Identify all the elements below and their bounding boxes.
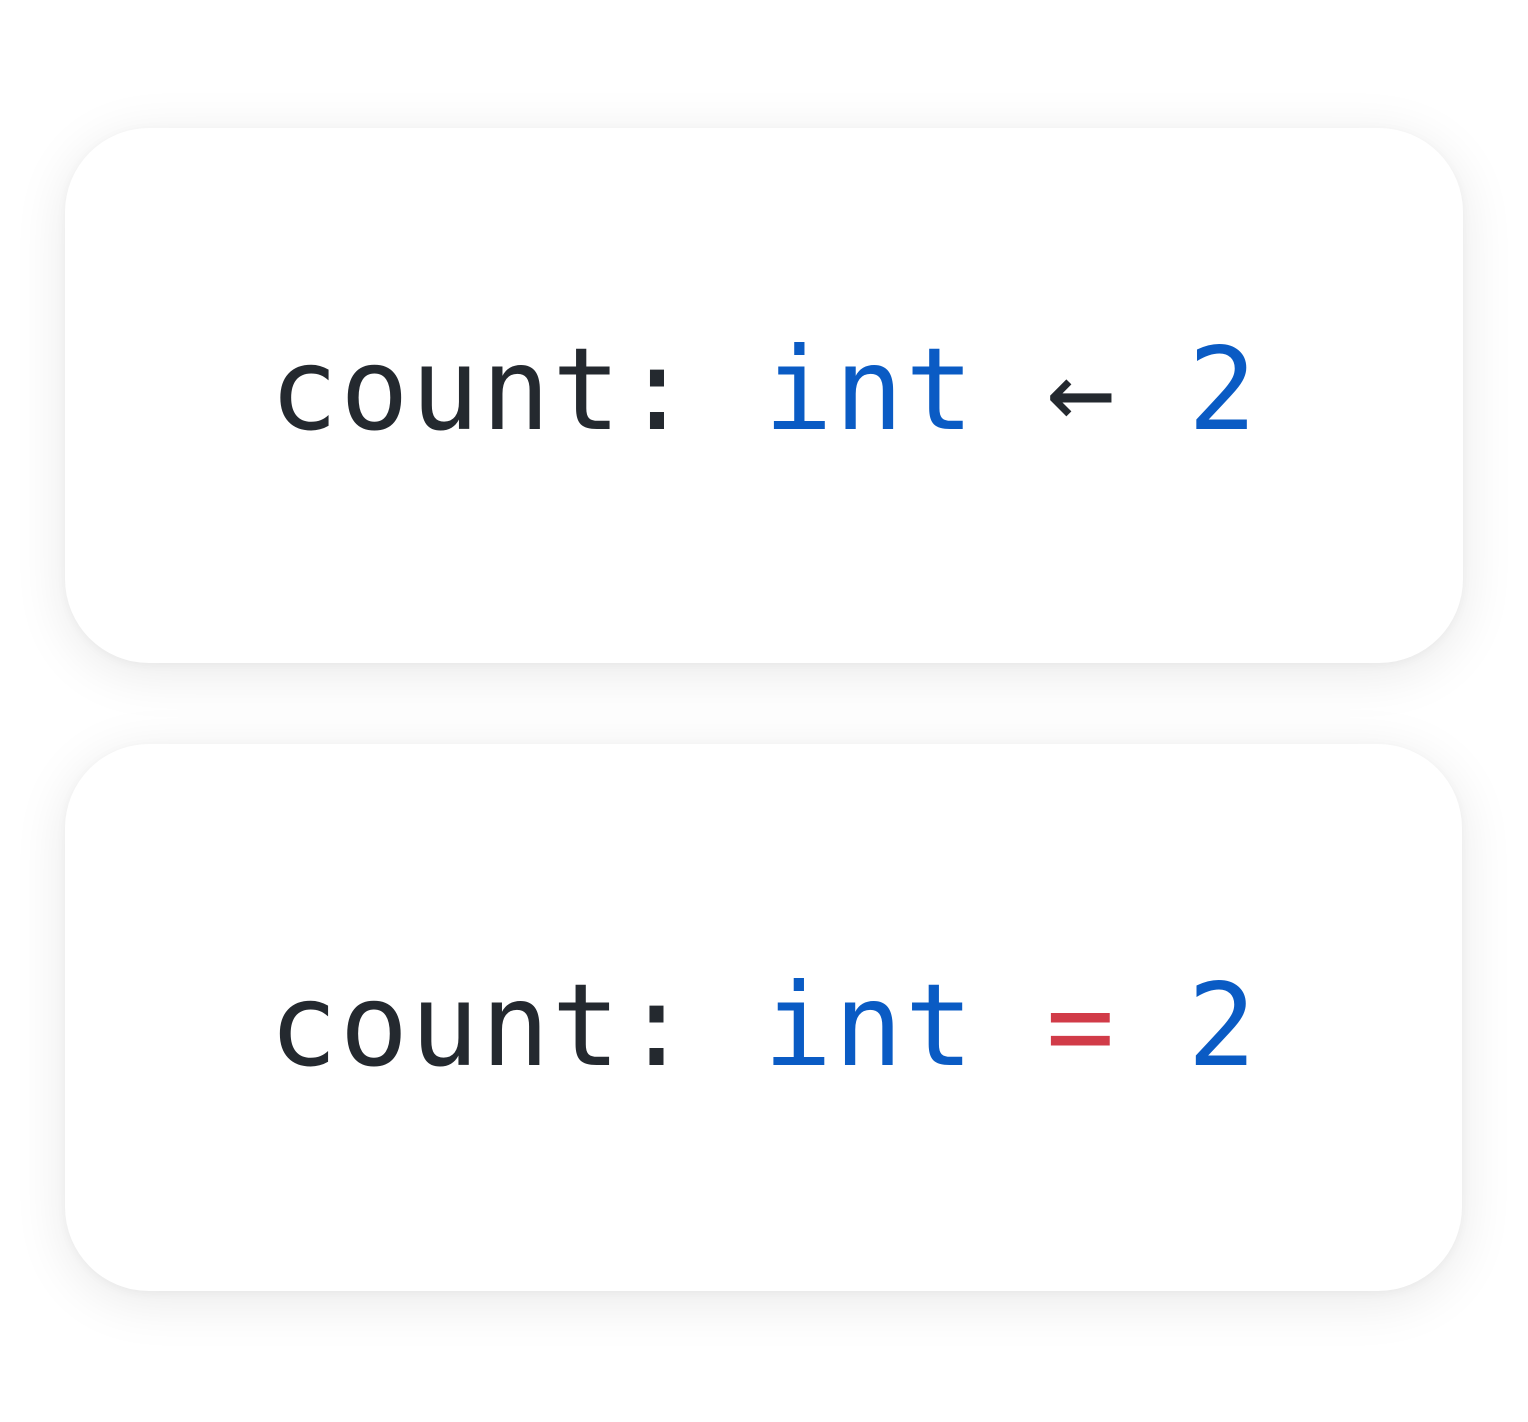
- number-literal: 2: [1187, 958, 1258, 1092]
- variable-name: count: [269, 322, 623, 456]
- left-arrow-operator: ←: [1046, 322, 1118, 456]
- type-keyword: int: [763, 322, 976, 456]
- equals-operator: =: [1046, 958, 1117, 1092]
- code-card-equals-assignment: count: int = 2: [65, 744, 1462, 1291]
- code-card-arrow-assignment: count: int ← 2: [65, 128, 1463, 663]
- type-keyword: int: [763, 958, 976, 1092]
- colon-token: :: [622, 322, 694, 456]
- number-literal: 2: [1187, 322, 1259, 456]
- variable-name: count: [269, 958, 623, 1092]
- code-line: count: int ← 2: [270, 332, 1259, 447]
- code-line: count: int = 2: [269, 968, 1258, 1083]
- colon-token: :: [622, 958, 693, 1092]
